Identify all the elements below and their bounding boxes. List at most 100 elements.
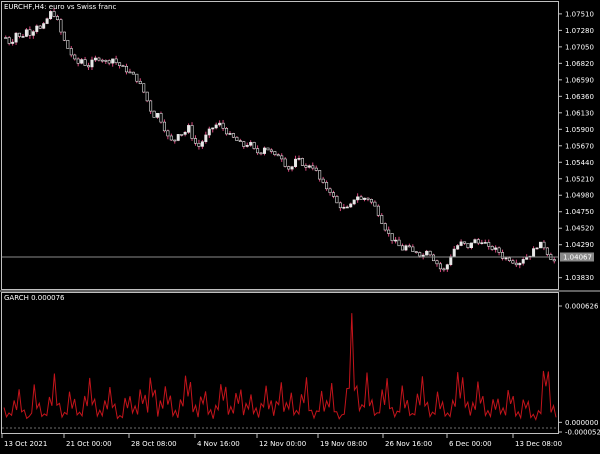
- candle-body: [435, 260, 439, 265]
- candle-body: [538, 241, 542, 249]
- candle-body: [283, 158, 287, 167]
- price-tick-label: 1.04290: [565, 241, 594, 249]
- candle-body: [414, 251, 418, 253]
- candle-body: [449, 256, 453, 265]
- candle-body: [180, 134, 184, 136]
- candle-body: [335, 195, 339, 204]
- candle-body: [93, 57, 97, 61]
- candle-body: [525, 256, 529, 260]
- candle-body: [349, 203, 353, 208]
- time-tick-label: 13 Oct 2021: [4, 440, 47, 448]
- price-tick-label: 1.04750: [565, 208, 594, 216]
- candle-body: [425, 250, 429, 256]
- candle-body: [97, 57, 101, 61]
- candle-body: [200, 141, 204, 147]
- candle-body: [304, 165, 308, 168]
- candle-body: [369, 199, 373, 203]
- price-tick-label: 1.03830: [565, 274, 594, 282]
- candle-body: [294, 158, 298, 167]
- candle-body: [300, 158, 304, 166]
- price-tick-label: 1.04980: [565, 192, 594, 200]
- candle-body: [487, 242, 491, 247]
- chart-window[interactable]: 1.07510 1.07280 1.07050 1.06820 1.06590 1.063…: [0, 0, 600, 450]
- candle-body: [124, 65, 128, 73]
- candle-body: [328, 188, 332, 193]
- candle-body: [545, 247, 549, 255]
- candle-body: [38, 25, 42, 29]
- candle-body: [501, 252, 505, 259]
- candle-body: [345, 206, 349, 209]
- candle-body: [376, 205, 380, 216]
- current-price-label: 1.04067: [563, 254, 592, 262]
- chart-title: EURCHF,H4: euro vs Swiss franc: [4, 3, 116, 11]
- candle-body: [7, 37, 11, 44]
- price-tick-label: 1.06590: [565, 76, 594, 84]
- candle-body: [18, 32, 22, 37]
- price-tick-label: 1.06130: [565, 109, 594, 117]
- candle-body: [169, 135, 173, 141]
- candle-body: [411, 246, 415, 252]
- candle-body: [466, 242, 470, 249]
- candle-body: [480, 242, 484, 245]
- candle-body: [269, 149, 273, 152]
- candle-body: [259, 152, 263, 155]
- candle-body: [62, 31, 66, 41]
- candle-body: [145, 91, 149, 102]
- candle-body: [211, 127, 215, 130]
- candle-body: [66, 39, 70, 49]
- price-tick-label: 1.04520: [565, 225, 594, 233]
- price-tick-label: 1.06820: [565, 60, 594, 68]
- candle-body: [514, 262, 518, 266]
- candle-body: [342, 206, 346, 209]
- candle-body: [307, 165, 311, 168]
- candle-body: [152, 110, 156, 118]
- indicator-frame[interactable]: [1, 292, 559, 434]
- candle-body: [290, 166, 294, 170]
- candle-body: [252, 142, 256, 149]
- candle-body: [235, 136, 239, 141]
- candle-body: [463, 241, 467, 244]
- candle-body: [24, 29, 28, 37]
- candle-body: [552, 259, 556, 262]
- candle-body: [280, 155, 284, 160]
- candle-body: [266, 147, 270, 151]
- candle-body: [359, 196, 363, 200]
- candle-body: [318, 170, 322, 180]
- candle-body: [380, 215, 384, 224]
- candle-body: [245, 144, 249, 147]
- candle-body: [469, 242, 473, 249]
- candle-body: [532, 248, 536, 257]
- price-tick-label: 1.06360: [565, 93, 594, 101]
- candle-body: [356, 196, 360, 201]
- price-tick-label: 1.05210: [565, 175, 594, 183]
- price-tick-label: 1.05440: [565, 159, 594, 167]
- candle-body: [297, 158, 301, 160]
- candle-body: [490, 245, 494, 250]
- candle-body: [31, 31, 35, 36]
- candle-body: [456, 245, 460, 250]
- candle-body: [262, 147, 266, 154]
- candle-body: [225, 128, 229, 135]
- candle-body: [4, 37, 8, 39]
- candle-body: [256, 148, 260, 154]
- indicator-tick-label: 0.000000: [565, 419, 598, 427]
- candle-body: [59, 19, 63, 33]
- candle-body: [111, 58, 115, 64]
- candle-body: [42, 23, 46, 29]
- candle-body: [156, 113, 160, 118]
- candle-body: [404, 245, 408, 251]
- candle-body: [121, 65, 125, 67]
- main-chart-frame[interactable]: [1, 1, 559, 290]
- candle-body: [149, 100, 153, 112]
- candle-body: [276, 154, 280, 157]
- candle-body: [159, 113, 163, 123]
- candle-body: [35, 25, 39, 32]
- candle-body: [231, 133, 235, 138]
- candle-body: [173, 139, 177, 142]
- price-tick-label: 1.07280: [565, 27, 594, 35]
- time-tick-label: 13 Dec 08:00: [515, 440, 562, 448]
- candle-body: [183, 131, 187, 135]
- candle-body: [438, 263, 442, 270]
- candle-body: [131, 71, 135, 75]
- candle-body: [494, 247, 498, 250]
